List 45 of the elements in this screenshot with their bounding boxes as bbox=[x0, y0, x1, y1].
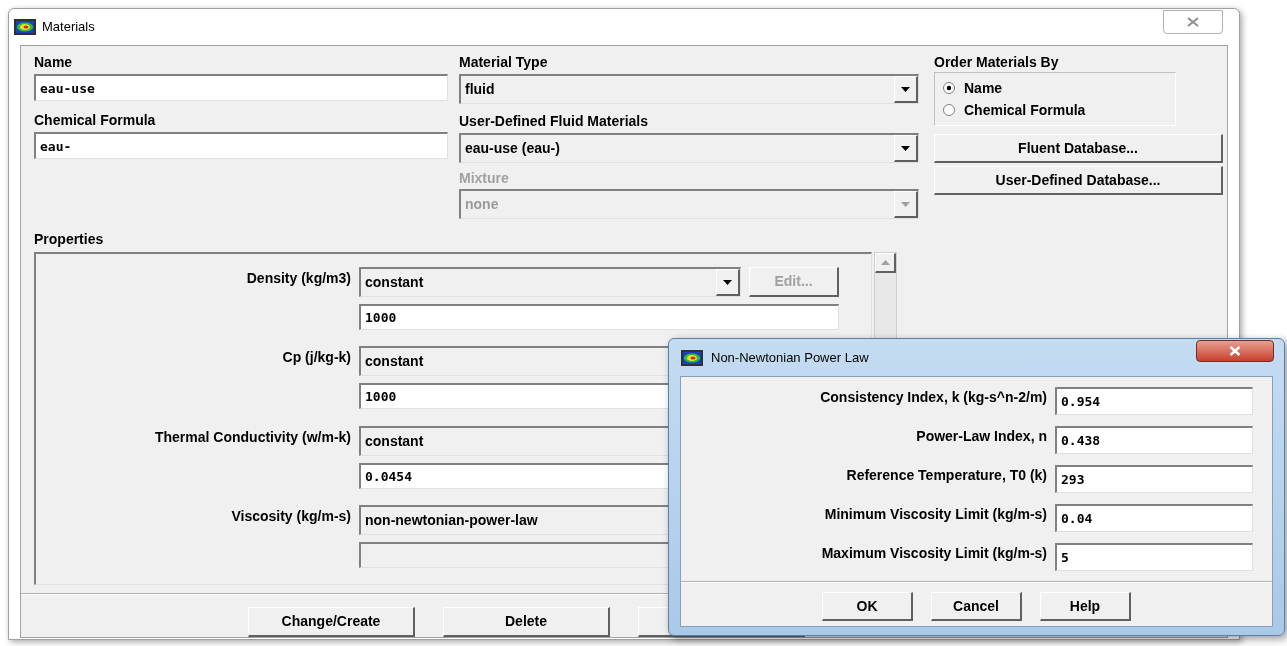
parameter-field[interactable]: 0.954 bbox=[1055, 387, 1253, 415]
dropdown[interactable]: fluid bbox=[459, 74, 919, 104]
caret-icon[interactable] bbox=[716, 269, 740, 296]
radio-button-icon[interactable] bbox=[943, 82, 955, 94]
field-label: Chemical Formula bbox=[34, 111, 157, 129]
property-label: Density (kg/m3) bbox=[246, 269, 351, 286]
dialog-button[interactable]: OK bbox=[822, 592, 913, 621]
close-icon[interactable] bbox=[1186, 17, 1200, 27]
dialog-button[interactable]: Cancel bbox=[931, 592, 1022, 621]
parameter-label: Power-Law Index, n bbox=[916, 427, 1047, 445]
radio-option[interactable]: Name bbox=[943, 77, 1167, 99]
database-button[interactable]: Fluent Database... bbox=[934, 134, 1223, 163]
field-label: Name bbox=[34, 53, 74, 71]
field-label: User-Defined Fluid Materials bbox=[459, 112, 650, 130]
radio-option[interactable]: Chemical Formula bbox=[943, 99, 1167, 121]
caret-icon[interactable] bbox=[894, 135, 918, 162]
dropdown[interactable]: eau-use (eau-) bbox=[459, 133, 919, 163]
radio-button-icon[interactable] bbox=[943, 104, 955, 116]
database-button[interactable]: User-Defined Database... bbox=[934, 166, 1223, 195]
dialog-button[interactable]: Help bbox=[1040, 592, 1131, 621]
property-label: Viscosity (kg/m-s) bbox=[231, 506, 351, 524]
scroll-up-icon[interactable] bbox=[875, 253, 896, 273]
parameter-label: Maximum Viscosity Limit (kg/m-s) bbox=[821, 544, 1047, 562]
parameter-label: Reference Temperature, T0 (k) bbox=[846, 466, 1047, 484]
input-field[interactable]: eau- bbox=[34, 132, 448, 159]
field-label: Mixture bbox=[459, 169, 510, 187]
close-button[interactable] bbox=[1196, 340, 1274, 362]
app-logo-icon bbox=[14, 19, 36, 35]
parameter-field[interactable]: 0.438 bbox=[1055, 426, 1253, 454]
action-button[interactable]: Change/Create bbox=[248, 607, 415, 637]
parameter-field[interactable]: 5 bbox=[1055, 543, 1253, 571]
input-field[interactable]: eau-use bbox=[34, 74, 448, 101]
section-label: Properties bbox=[34, 231, 104, 247]
method-dropdown[interactable]: constant bbox=[359, 267, 741, 297]
property-label: Cp (j/kg-k) bbox=[282, 348, 351, 366]
field-label: Material Type bbox=[459, 53, 549, 71]
app-logo-icon bbox=[681, 349, 703, 366]
action-button[interactable]: Delete bbox=[443, 607, 610, 637]
window-title: Materials bbox=[42, 18, 95, 37]
field-label: Order Materials By bbox=[934, 53, 1060, 71]
parameter-field[interactable]: 293 bbox=[1055, 465, 1253, 493]
value-field[interactable]: 1000 bbox=[359, 304, 839, 330]
caret-icon[interactable] bbox=[894, 76, 918, 103]
parameter-field[interactable]: 0.04 bbox=[1055, 504, 1253, 532]
property-label: Thermal Conductivity (w/m-k) bbox=[154, 427, 351, 445]
